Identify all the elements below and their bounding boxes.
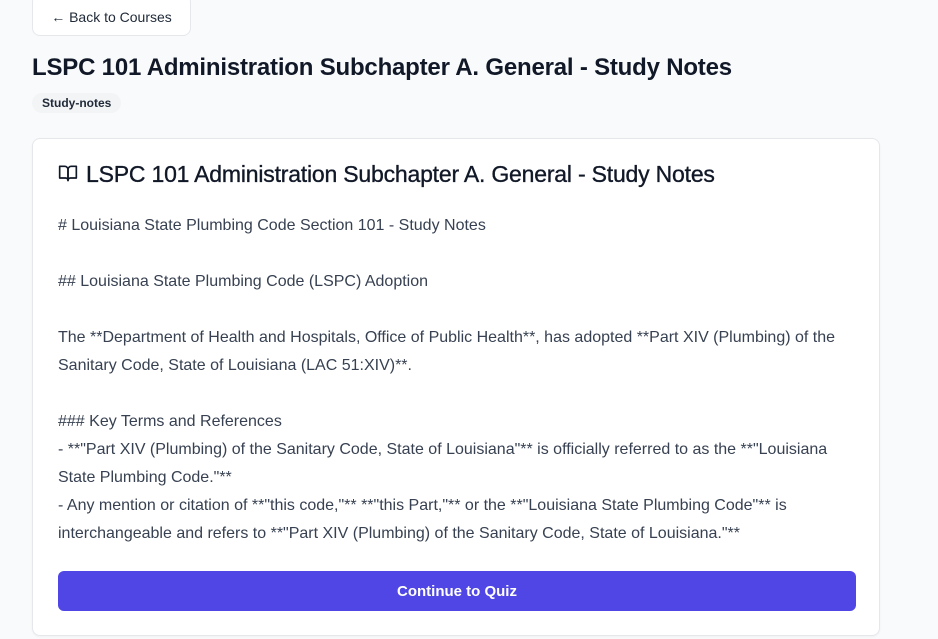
study-notes-content: # Louisiana State Plumbing Code Section …: [58, 212, 858, 548]
continue-to-quiz-button[interactable]: Continue to Quiz: [58, 571, 856, 611]
card-title: LSPC 101 Administration Subchapter A. Ge…: [86, 161, 715, 187]
notes-line-subheading: ## Louisiana State Plumbing Code (LSPC) …: [58, 273, 429, 290]
continue-to-quiz-label: Continue to Quiz: [397, 582, 517, 600]
study-notes-page: ← Back to Courses LSPC 101 Administratio…: [0, 0, 938, 639]
book-open-icon: [58, 162, 86, 188]
notes-line-key-terms-heading: ### Key Terms and References: [58, 413, 282, 430]
back-to-courses-label: ← Back to Courses: [51, 9, 172, 25]
notes-line-bullet-1: - **"Part XIV (Plumbing) of the Sanitary…: [58, 441, 828, 486]
category-badge: Study-notes: [32, 93, 122, 113]
card-header: LSPC 101 Administration Subchapter A. Ge…: [58, 161, 715, 188]
back-to-courses-button[interactable]: ← Back to Courses: [32, 0, 191, 36]
page-title: LSPC 101 Administration Subchapter A. Ge…: [32, 54, 732, 81]
notes-line-paragraph: The **Department of Health and Hospitals…: [58, 329, 836, 374]
study-notes-card: LSPC 101 Administration Subchapter A. Ge…: [32, 138, 880, 636]
notes-line-heading: # Louisiana State Plumbing Code Section …: [58, 217, 486, 234]
notes-line-bullet-2: - Any mention or citation of **"this cod…: [58, 497, 787, 542]
